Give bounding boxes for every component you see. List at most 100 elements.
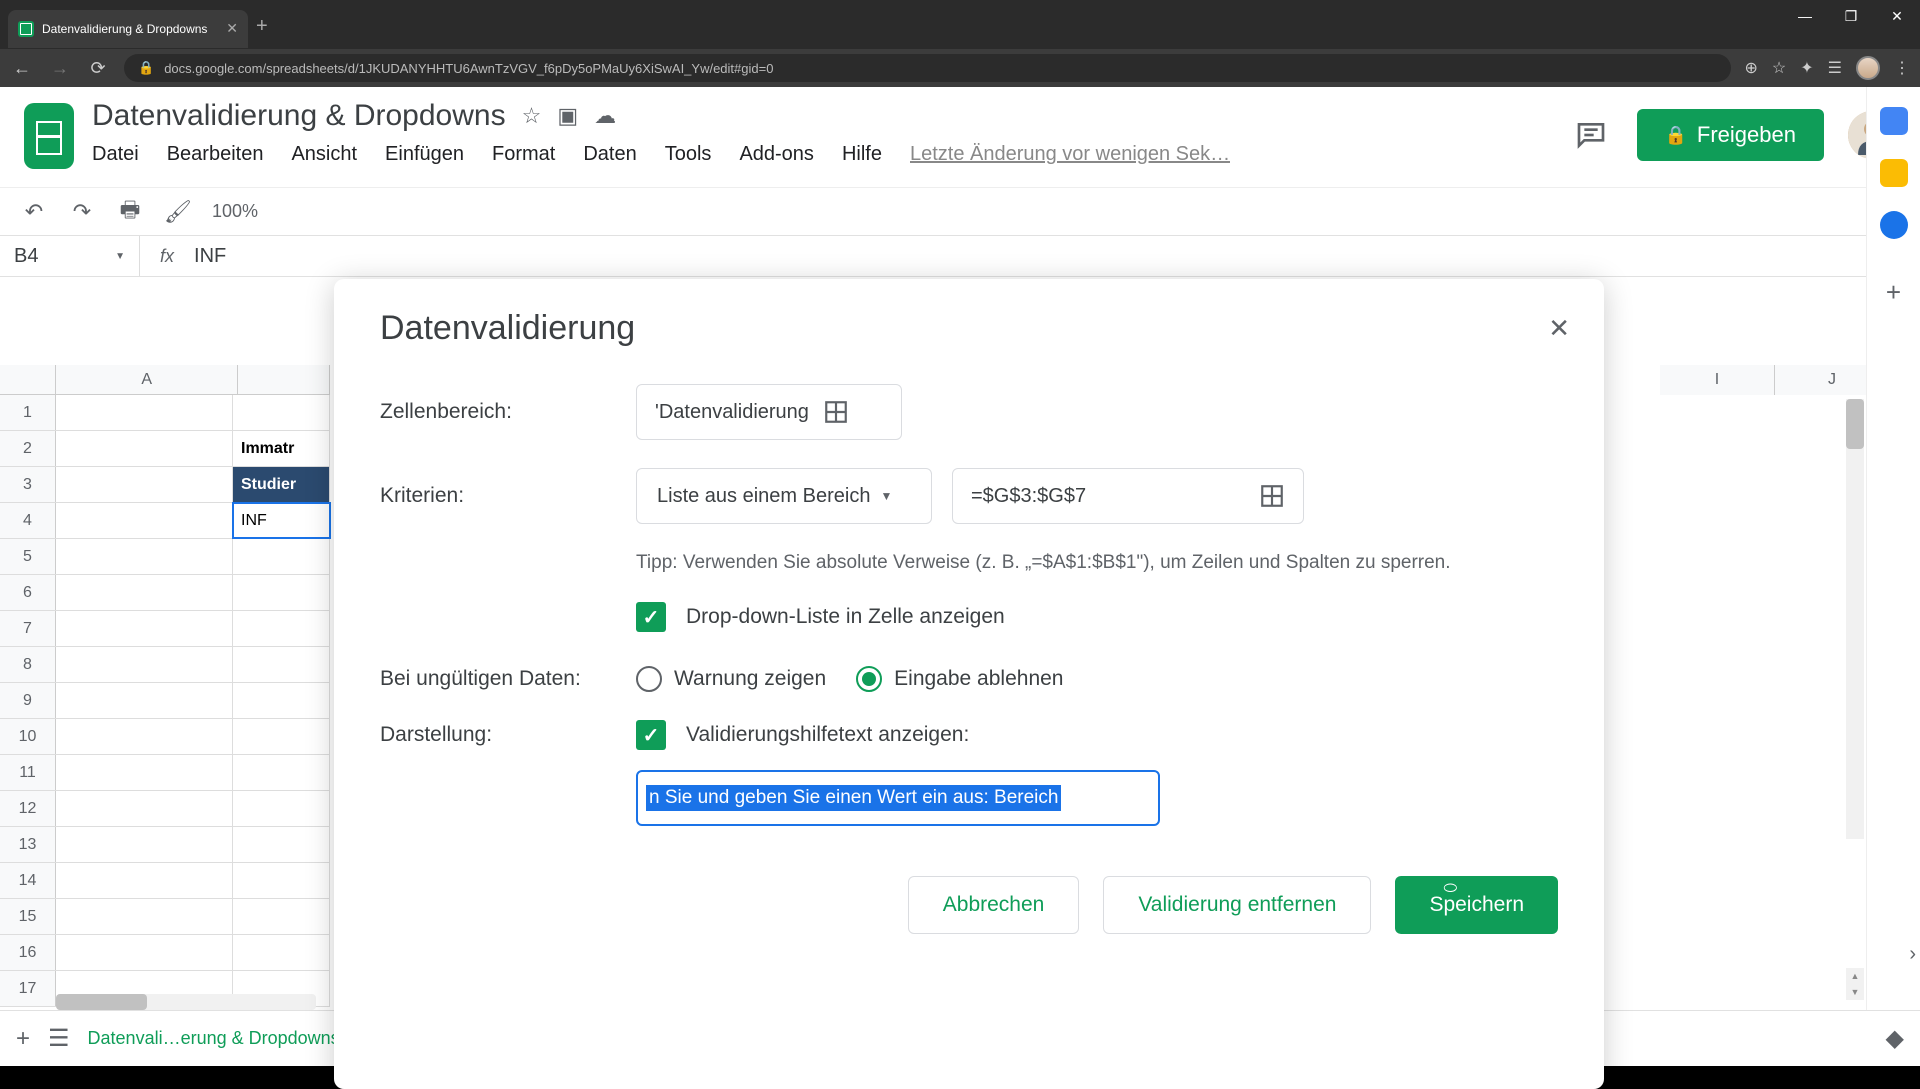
show-help-checkbox[interactable]: ✓ <box>636 720 666 750</box>
vertical-scrollbar[interactable] <box>1846 399 1864 839</box>
row-header[interactable]: 7 <box>0 611 56 646</box>
cell[interactable] <box>56 611 233 646</box>
hide-side-panel-icon[interactable]: › <box>1909 943 1916 966</box>
cell[interactable] <box>233 827 330 862</box>
cell[interactable] <box>233 719 330 754</box>
save-button[interactable]: Speichern ⬭ <box>1395 876 1558 934</box>
cell[interactable] <box>56 647 233 682</box>
cell[interactable] <box>233 863 330 898</box>
row-header[interactable]: 12 <box>0 791 56 826</box>
comments-button[interactable] <box>1569 113 1613 157</box>
col-header-b[interactable] <box>238 365 330 394</box>
row-header[interactable]: 4 <box>0 503 56 538</box>
cell[interactable] <box>233 755 330 790</box>
minimize-button[interactable]: — <box>1782 0 1828 32</box>
col-header-a[interactable]: A <box>56 365 238 394</box>
row-header[interactable]: 17 <box>0 971 56 1006</box>
undo-icon[interactable]: ↶ <box>20 199 48 225</box>
menu-file[interactable]: Datei <box>92 143 139 166</box>
menu-icon[interactable]: ⋮ <box>1894 58 1910 78</box>
reload-button[interactable]: ⟳ <box>86 58 110 79</box>
menu-addons[interactable]: Add-ons <box>739 143 814 166</box>
redo-icon[interactable]: ↷ <box>68 199 96 225</box>
tasks-addon-icon[interactable] <box>1880 211 1908 239</box>
menu-view[interactable]: Ansicht <box>291 143 357 166</box>
formula-input[interactable]: INF <box>194 245 226 268</box>
close-dialog-button[interactable]: ✕ <box>1548 313 1570 344</box>
radio-reject-input[interactable] <box>856 666 882 692</box>
scroll-down-icon[interactable]: ▼ <box>1846 984 1864 1000</box>
row-header[interactable]: 1 <box>0 395 56 430</box>
cell[interactable] <box>56 863 233 898</box>
cell[interactable] <box>56 791 233 826</box>
cell[interactable] <box>56 539 233 574</box>
cell[interactable] <box>233 899 330 934</box>
cancel-button[interactable]: Abbrechen <box>908 876 1080 934</box>
row-header[interactable]: 6 <box>0 575 56 610</box>
cell[interactable] <box>56 683 233 718</box>
cell[interactable] <box>233 683 330 718</box>
sheets-logo[interactable] <box>24 103 74 169</box>
explore-button[interactable]: ◆ <box>1886 1024 1904 1053</box>
name-box[interactable]: B4 ▼ <box>0 236 140 276</box>
cell[interactable] <box>56 467 233 502</box>
criteria-range-input[interactable]: =$G$3:$G$7 <box>952 468 1304 524</box>
row-header[interactable]: 2 <box>0 431 56 466</box>
cloud-status-icon[interactable]: ☁ <box>594 103 616 129</box>
show-dropdown-checkbox[interactable]: ✓ <box>636 602 666 632</box>
keep-addon-icon[interactable] <box>1880 159 1908 187</box>
new-tab-button[interactable]: + <box>256 15 268 38</box>
menu-insert[interactable]: Einfügen <box>385 143 464 166</box>
grid-picker-icon[interactable] <box>1259 483 1285 509</box>
row-header[interactable]: 14 <box>0 863 56 898</box>
maximize-button[interactable]: ❐ <box>1828 0 1874 32</box>
add-sheet-button[interactable]: + <box>16 1025 30 1053</box>
row-header[interactable]: 13 <box>0 827 56 862</box>
print-icon[interactable]: 🖶 <box>116 193 144 231</box>
cell[interactable]: INF <box>233 503 330 538</box>
row-header[interactable]: 15 <box>0 899 56 934</box>
menu-edit[interactable]: Bearbeiten <box>167 143 264 166</box>
row-header[interactable]: 3 <box>0 467 56 502</box>
last-edit-link[interactable]: Letzte Änderung vor wenigen Sek… <box>910 143 1230 166</box>
row-header[interactable]: 11 <box>0 755 56 790</box>
row-header[interactable]: 8 <box>0 647 56 682</box>
share-button[interactable]: 🔒 Freigeben <box>1637 109 1825 161</box>
forward-button[interactable]: → <box>48 58 72 79</box>
close-tab-icon[interactable]: ✕ <box>226 20 238 37</box>
calendar-addon-icon[interactable] <box>1880 107 1908 135</box>
cell[interactable]: Immatr <box>233 431 330 466</box>
reading-list-icon[interactable]: ☰ <box>1828 58 1842 78</box>
row-header[interactable]: 10 <box>0 719 56 754</box>
cell[interactable] <box>56 899 233 934</box>
move-doc-icon[interactable]: ▣ <box>557 103 578 129</box>
cell[interactable] <box>56 935 233 970</box>
cell[interactable] <box>233 575 330 610</box>
cell[interactable] <box>233 539 330 574</box>
profile-avatar[interactable] <box>1856 56 1880 80</box>
cell[interactable] <box>56 431 233 466</box>
cell[interactable] <box>233 935 330 970</box>
star-icon[interactable]: ☆ <box>1772 58 1786 78</box>
cell-range-input[interactable]: 'Datenvalidierung <box>636 384 902 440</box>
select-all-corner[interactable] <box>0 365 56 394</box>
cell[interactable] <box>56 395 233 430</box>
cell[interactable]: Studier <box>233 467 330 502</box>
back-button[interactable]: ← <box>10 58 34 79</box>
cell[interactable] <box>233 611 330 646</box>
zoom-select[interactable]: 100% <box>212 201 258 222</box>
col-header-i[interactable]: I <box>1660 365 1775 395</box>
cell[interactable] <box>56 503 233 538</box>
row-header[interactable]: 16 <box>0 935 56 970</box>
cell[interactable] <box>233 647 330 682</box>
menu-help[interactable]: Hilfe <box>842 143 882 166</box>
extensions-icon[interactable]: ✦ <box>1800 58 1813 78</box>
document-title[interactable]: Datenvalidierung & Dropdowns <box>92 99 506 133</box>
remove-validation-button[interactable]: Validierung entfernen <box>1103 876 1371 934</box>
help-text-input[interactable]: n Sie und geben Sie einen Wert ein aus: … <box>636 770 1160 826</box>
row-header[interactable]: 9 <box>0 683 56 718</box>
criteria-type-select[interactable]: Liste aus einem Bereich ▼ <box>636 468 932 524</box>
spreadsheet-grid[interactable]: A 12Immatr3Studier4INF567891011121314151… <box>0 365 330 1010</box>
browser-tab[interactable]: Datenvalidierung & Dropdowns ✕ <box>8 10 248 48</box>
cell[interactable] <box>56 755 233 790</box>
